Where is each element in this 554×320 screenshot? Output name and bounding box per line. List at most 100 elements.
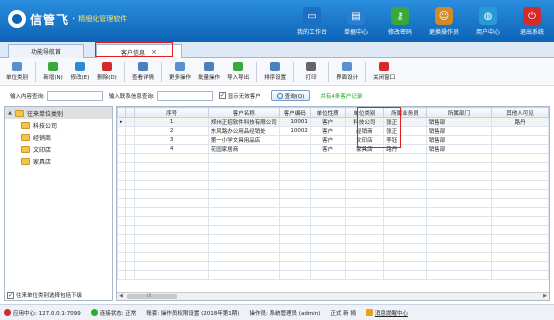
topnav-item-user[interactable]: ☺ 更换操作员 [422, 0, 466, 42]
content-search-input[interactable] [46, 90, 103, 101]
empty-cell [344, 162, 385, 172]
toolbar-button-category[interactable]: 单位类别 [6, 62, 28, 81]
empty-cell [425, 234, 493, 244]
empty-cell [344, 153, 385, 163]
empty-cell [344, 252, 385, 262]
show-invalid-label: 显示无效客户 [227, 93, 261, 100]
tab-function-nav[interactable]: 功能导航首 [8, 44, 84, 58]
empty-row [117, 225, 549, 235]
column-header[interactable]: 序号 [134, 107, 209, 118]
empty-cell [124, 261, 136, 271]
tree-item[interactable]: 经销商 [5, 131, 112, 143]
column-header[interactable]: 其他人可见 [491, 107, 549, 118]
empty-cell [117, 216, 126, 226]
empty-cell [383, 225, 427, 235]
toolbar-separator [293, 61, 295, 82]
empty-cell [124, 180, 136, 190]
empty-cell [491, 180, 549, 190]
empty-cell [117, 189, 126, 199]
topnav-item-globe[interactable]: ◍ 用户中心 [466, 0, 510, 42]
topnav-item-monitor[interactable]: ▭ 我的工作台 [290, 0, 334, 42]
tree-root[interactable]: ▲ 往来单位类别 [5, 107, 112, 119]
toolbar-button-label: 删除(D) [97, 75, 117, 81]
empty-cell [278, 180, 311, 190]
empty-cell [491, 234, 549, 244]
row-select-cell[interactable] [124, 144, 136, 154]
toolbar-button-batch[interactable]: 批量操作 [198, 62, 220, 81]
empty-cell [207, 207, 280, 217]
include-subcategories-checkbox[interactable]: ✓ [7, 291, 14, 299]
tree-item[interactable]: 家具店 [5, 155, 112, 167]
table-row[interactable]: 3 第一小学文具用品店 客户 文印店 李钰 销售部 [117, 135, 549, 145]
column-header[interactable]: 客户编码 [278, 107, 311, 118]
tree-root-label: 往来单位类别 [27, 110, 64, 118]
table-row[interactable]: ▸ 1 郑州正招软件科技有限公司 10001 客户 科技公司 张正 销售部 路丹 [117, 117, 549, 127]
status-message-center[interactable]: 消息提醒中心 [365, 309, 408, 317]
toolbar-button-label: 关闭窗口 [373, 75, 396, 81]
toolbar-button-sort[interactable]: 排序设置 [264, 62, 286, 81]
empty-cell [309, 270, 346, 280]
globe-icon: ◍ [479, 7, 497, 25]
toolbar-button-more[interactable]: 更多操作 [169, 62, 191, 81]
empty-cell [309, 189, 346, 199]
row-select-cell[interactable] [124, 126, 136, 136]
toolbar-button-layout[interactable]: 界面设计 [336, 62, 358, 81]
topnav-item-key[interactable]: ⚷ 修改密码 [378, 0, 422, 42]
collapse-icon[interactable]: ▲ [7, 110, 13, 116]
empty-cell [278, 216, 311, 226]
scroll-grip: III [147, 293, 152, 299]
query-button[interactable]: 查询(Q) [270, 90, 311, 101]
empty-cell [117, 180, 126, 190]
empty-cell [491, 261, 549, 271]
scroll-left-icon[interactable]: ◀ [119, 293, 123, 299]
message-center-link[interactable]: 消息提醒中心 [375, 309, 408, 317]
toolbar-button-add[interactable]: 新增(N) [43, 62, 63, 81]
scroll-right-icon[interactable]: ▶ [543, 293, 547, 299]
empty-cell [309, 180, 346, 190]
toolbar-button-close-window[interactable]: 关闭窗口 [373, 62, 395, 81]
empty-cell [207, 243, 280, 253]
monitor-icon: ▭ [303, 7, 321, 25]
empty-cell [425, 225, 493, 235]
empty-cell [309, 171, 346, 181]
brand-separator: · [72, 13, 76, 25]
empty-cell [278, 171, 311, 181]
horizontal-scrollbar[interactable]: ◀ III ▶ [117, 292, 549, 300]
contact-search-input[interactable] [156, 90, 213, 101]
row-select-cell[interactable] [124, 117, 136, 127]
empty-cell [425, 180, 493, 190]
table-cell: 销售部 [425, 126, 493, 136]
tree-item[interactable]: 科技公司 [5, 119, 112, 131]
topnav-item-power[interactable]: ⏻ 退出系统 [510, 0, 554, 42]
column-header[interactable]: 单位性质 [309, 107, 346, 118]
empty-cell [207, 252, 280, 262]
topnav-label: 我的工作台 [296, 29, 327, 36]
empty-cell [278, 225, 311, 235]
table-row[interactable]: 2 东风路办公用品经销处 10002 客户 经销商 张正 销售部 [117, 126, 549, 136]
empty-row [117, 252, 549, 262]
tree-item[interactable]: 文印店 [5, 143, 112, 155]
empty-cell [207, 171, 280, 181]
toolbar-button-print[interactable]: 打印 [301, 62, 321, 81]
column-header[interactable]: 所属部门 [425, 107, 493, 118]
topnav-item-document[interactable]: ▤ 单据中心 [334, 0, 378, 42]
row-select-cell[interactable] [124, 135, 136, 145]
toolbar-button-import-export[interactable]: 导入导出 [227, 62, 249, 81]
toolbar-button-view-details[interactable]: 查看详情 [132, 62, 154, 81]
folder-icon [21, 133, 30, 141]
show-invalid-checkbox[interactable]: ✓ [218, 92, 226, 99]
status-edition: 正式 新 捐 [330, 309, 356, 317]
toolbar-button-edit[interactable]: 修改(E) [70, 62, 90, 81]
table-cell: 2 [134, 126, 209, 136]
empty-cell [134, 162, 209, 172]
record-count: 共有4条客户记录 [320, 93, 363, 100]
toolbar-button-delete[interactable]: 删除(D) [97, 62, 117, 81]
tree-item-label: 科技公司 [33, 122, 58, 130]
table-row[interactable]: 4 花园家居商 客户 家具店 路丹 销售部 [117, 144, 549, 154]
column-header[interactable]: 客户名称 [207, 107, 280, 118]
empty-cell [383, 153, 427, 163]
row-indicator-header [117, 107, 126, 118]
scroll-thumb[interactable] [127, 294, 177, 299]
empty-cell [383, 261, 427, 271]
message-icon [365, 309, 373, 316]
